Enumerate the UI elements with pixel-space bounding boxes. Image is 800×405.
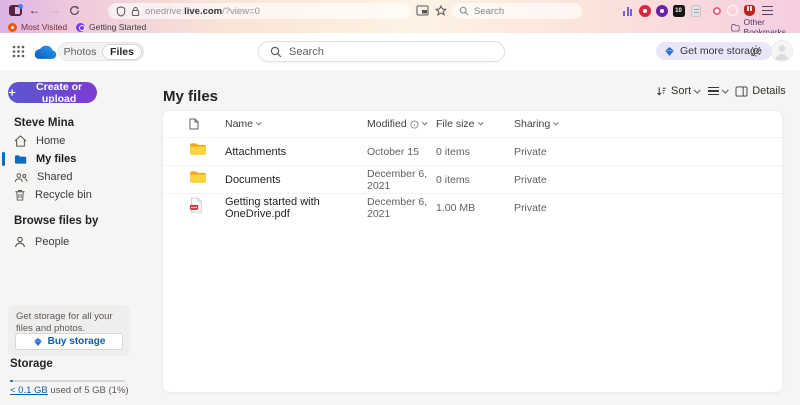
folder-icon — [731, 23, 740, 31]
lock-icon[interactable] — [131, 6, 140, 17]
url-bar[interactable]: onedrive.live.com/?view=0 — [108, 3, 411, 19]
details-pane-icon — [735, 85, 748, 97]
account-avatar[interactable] — [771, 40, 793, 62]
bookmark-most-visited[interactable]: Most Visited — [8, 21, 67, 33]
other-bookmarks-menu[interactable]: Other Bookmarks — [731, 17, 800, 37]
chevron-down-icon — [694, 86, 701, 93]
bookmark-getting-started[interactable]: Getting Started — [76, 21, 146, 33]
column-file-size[interactable]: File size — [436, 118, 514, 130]
people-icon — [14, 172, 28, 182]
bookmarks-bar: Most Visited Getting Started Other Bookm… — [0, 17, 800, 37]
file-list-card: Name Modified File size Sharing Attachme… — [162, 110, 783, 393]
tab-photos[interactable]: Photos — [59, 46, 101, 58]
promo-text: Get storage for all your files and photo… — [16, 311, 113, 334]
sidebar-item-recycle-bin[interactable]: Recycle bin — [0, 186, 160, 204]
column-sharing[interactable]: Sharing — [514, 118, 782, 130]
search-icon — [270, 46, 282, 57]
column-file-type[interactable] — [189, 118, 225, 130]
settings-gear-icon[interactable] — [749, 44, 763, 58]
stats-bars-extension-icon[interactable] — [621, 4, 634, 17]
folder-blue-icon — [14, 154, 27, 164]
info-icon — [410, 119, 419, 129]
document-icon — [189, 118, 199, 130]
details-button[interactable]: Details — [735, 85, 786, 97]
getting-started-icon — [76, 22, 85, 32]
sidebar-item-my-files[interactable]: My files — [0, 150, 160, 168]
most-visited-icon — [8, 22, 17, 32]
onedrive-logo-icon[interactable] — [31, 44, 57, 60]
plus-icon — [8, 89, 16, 96]
list-view-icon — [707, 87, 719, 95]
forward-button[interactable]: → — [47, 2, 64, 19]
back-button[interactable]: ← — [26, 2, 43, 19]
home-icon — [14, 135, 27, 147]
column-modified[interactable]: Modified — [367, 118, 436, 130]
sidebar-item-shared[interactable]: Shared — [0, 168, 160, 186]
sort-button[interactable]: Sort — [656, 85, 701, 97]
browse-files-by-header: Browse files by — [14, 215, 99, 227]
purple-circle-extension-icon[interactable] — [655, 4, 668, 17]
firefox-view-icon[interactable] — [9, 4, 23, 16]
notes-extension-icon[interactable] — [689, 4, 702, 17]
storage-progress-bar — [10, 380, 125, 382]
sidebar-item-people[interactable]: People — [0, 233, 160, 251]
sort-icon — [657, 86, 666, 96]
table-header-row: Name Modified File size Sharing — [163, 111, 782, 137]
chevron-down-icon — [256, 120, 262, 126]
storage-progress-fill — [10, 380, 13, 382]
bookmark-star-icon[interactable] — [432, 2, 449, 19]
storage-used-link[interactable]: < 0.1 GB — [10, 385, 48, 396]
browser-search-placeholder: Search — [474, 5, 505, 17]
reload-button[interactable] — [66, 2, 83, 19]
picture-in-picture-icon[interactable] — [414, 2, 431, 19]
browser-toolbar: ← → onedrive.live.com/?view=0 Search 10 — [0, 0, 800, 37]
app-menu-icon[interactable] — [761, 4, 774, 17]
column-name[interactable]: Name — [225, 118, 367, 130]
screen: ← → onedrive.live.com/?view=0 Search 10 — [0, 0, 800, 405]
chevron-down-icon — [421, 120, 427, 126]
storage-promo-card: Get storage for all your files and photo… — [8, 305, 130, 356]
pdf-file-icon — [189, 197, 225, 218]
folder-icon — [189, 170, 225, 189]
storage-usage-text: < 0.1 GB used of 5 GB (1%) — [10, 385, 129, 396]
sidebar-item-home[interactable]: Home — [0, 132, 160, 150]
url-text: onedrive.live.com/?view=0 — [145, 5, 260, 17]
badge-10-extension-icon[interactable]: 10 — [672, 4, 685, 17]
search-icon — [459, 6, 469, 16]
sidebar: Create or upload Steve Mina Home My file… — [0, 70, 160, 405]
shield-icon[interactable] — [116, 5, 126, 17]
tab-files[interactable]: Files — [102, 43, 142, 60]
folder-icon — [189, 142, 225, 161]
selected-indicator — [2, 152, 5, 166]
trash-icon — [15, 190, 25, 201]
file-row-onedrive-pdf[interactable]: Getting started with OneDrive.pdf Decemb… — [163, 193, 782, 221]
pink-dot-extension-icon[interactable] — [710, 4, 723, 17]
file-row-documents[interactable]: Documents December 6, 2021 0 items Priva… — [163, 165, 782, 193]
browser-search-box[interactable]: Search — [452, 3, 582, 19]
view-toolbar: Sort Details — [656, 85, 786, 97]
white-ring-extension-icon[interactable] — [726, 4, 739, 17]
file-row-attachments[interactable]: Attachments October 15 0 items Private — [163, 137, 782, 165]
person-silhouette-icon — [775, 45, 789, 60]
premium-diamond-icon — [665, 46, 674, 56]
photos-files-toggle: Photos . Files — [58, 42, 144, 61]
create-or-upload-button[interactable]: Create or upload — [8, 81, 97, 105]
onedrive-search-placeholder: Search — [289, 45, 324, 58]
app-launcher-icon[interactable] — [12, 45, 25, 58]
storage-section-title: Storage — [10, 358, 53, 370]
premium-diamond-icon — [33, 337, 42, 346]
person-icon — [14, 236, 26, 248]
chevron-down-icon — [477, 120, 483, 126]
red-circle-extension-icon[interactable] — [638, 4, 651, 17]
onedrive-search-box[interactable]: Search — [258, 41, 505, 62]
onedrive-header: Photos . Files Search Get more storage — [0, 33, 800, 70]
page-title: My files — [163, 88, 219, 105]
view-options-button[interactable] — [707, 86, 729, 95]
buy-storage-button[interactable]: Buy storage — [15, 333, 123, 350]
chevron-down-icon — [721, 86, 729, 93]
red-hand-extension-icon[interactable] — [743, 4, 756, 17]
chevron-down-icon — [553, 120, 559, 126]
account-name: Steve Mina — [14, 117, 75, 129]
